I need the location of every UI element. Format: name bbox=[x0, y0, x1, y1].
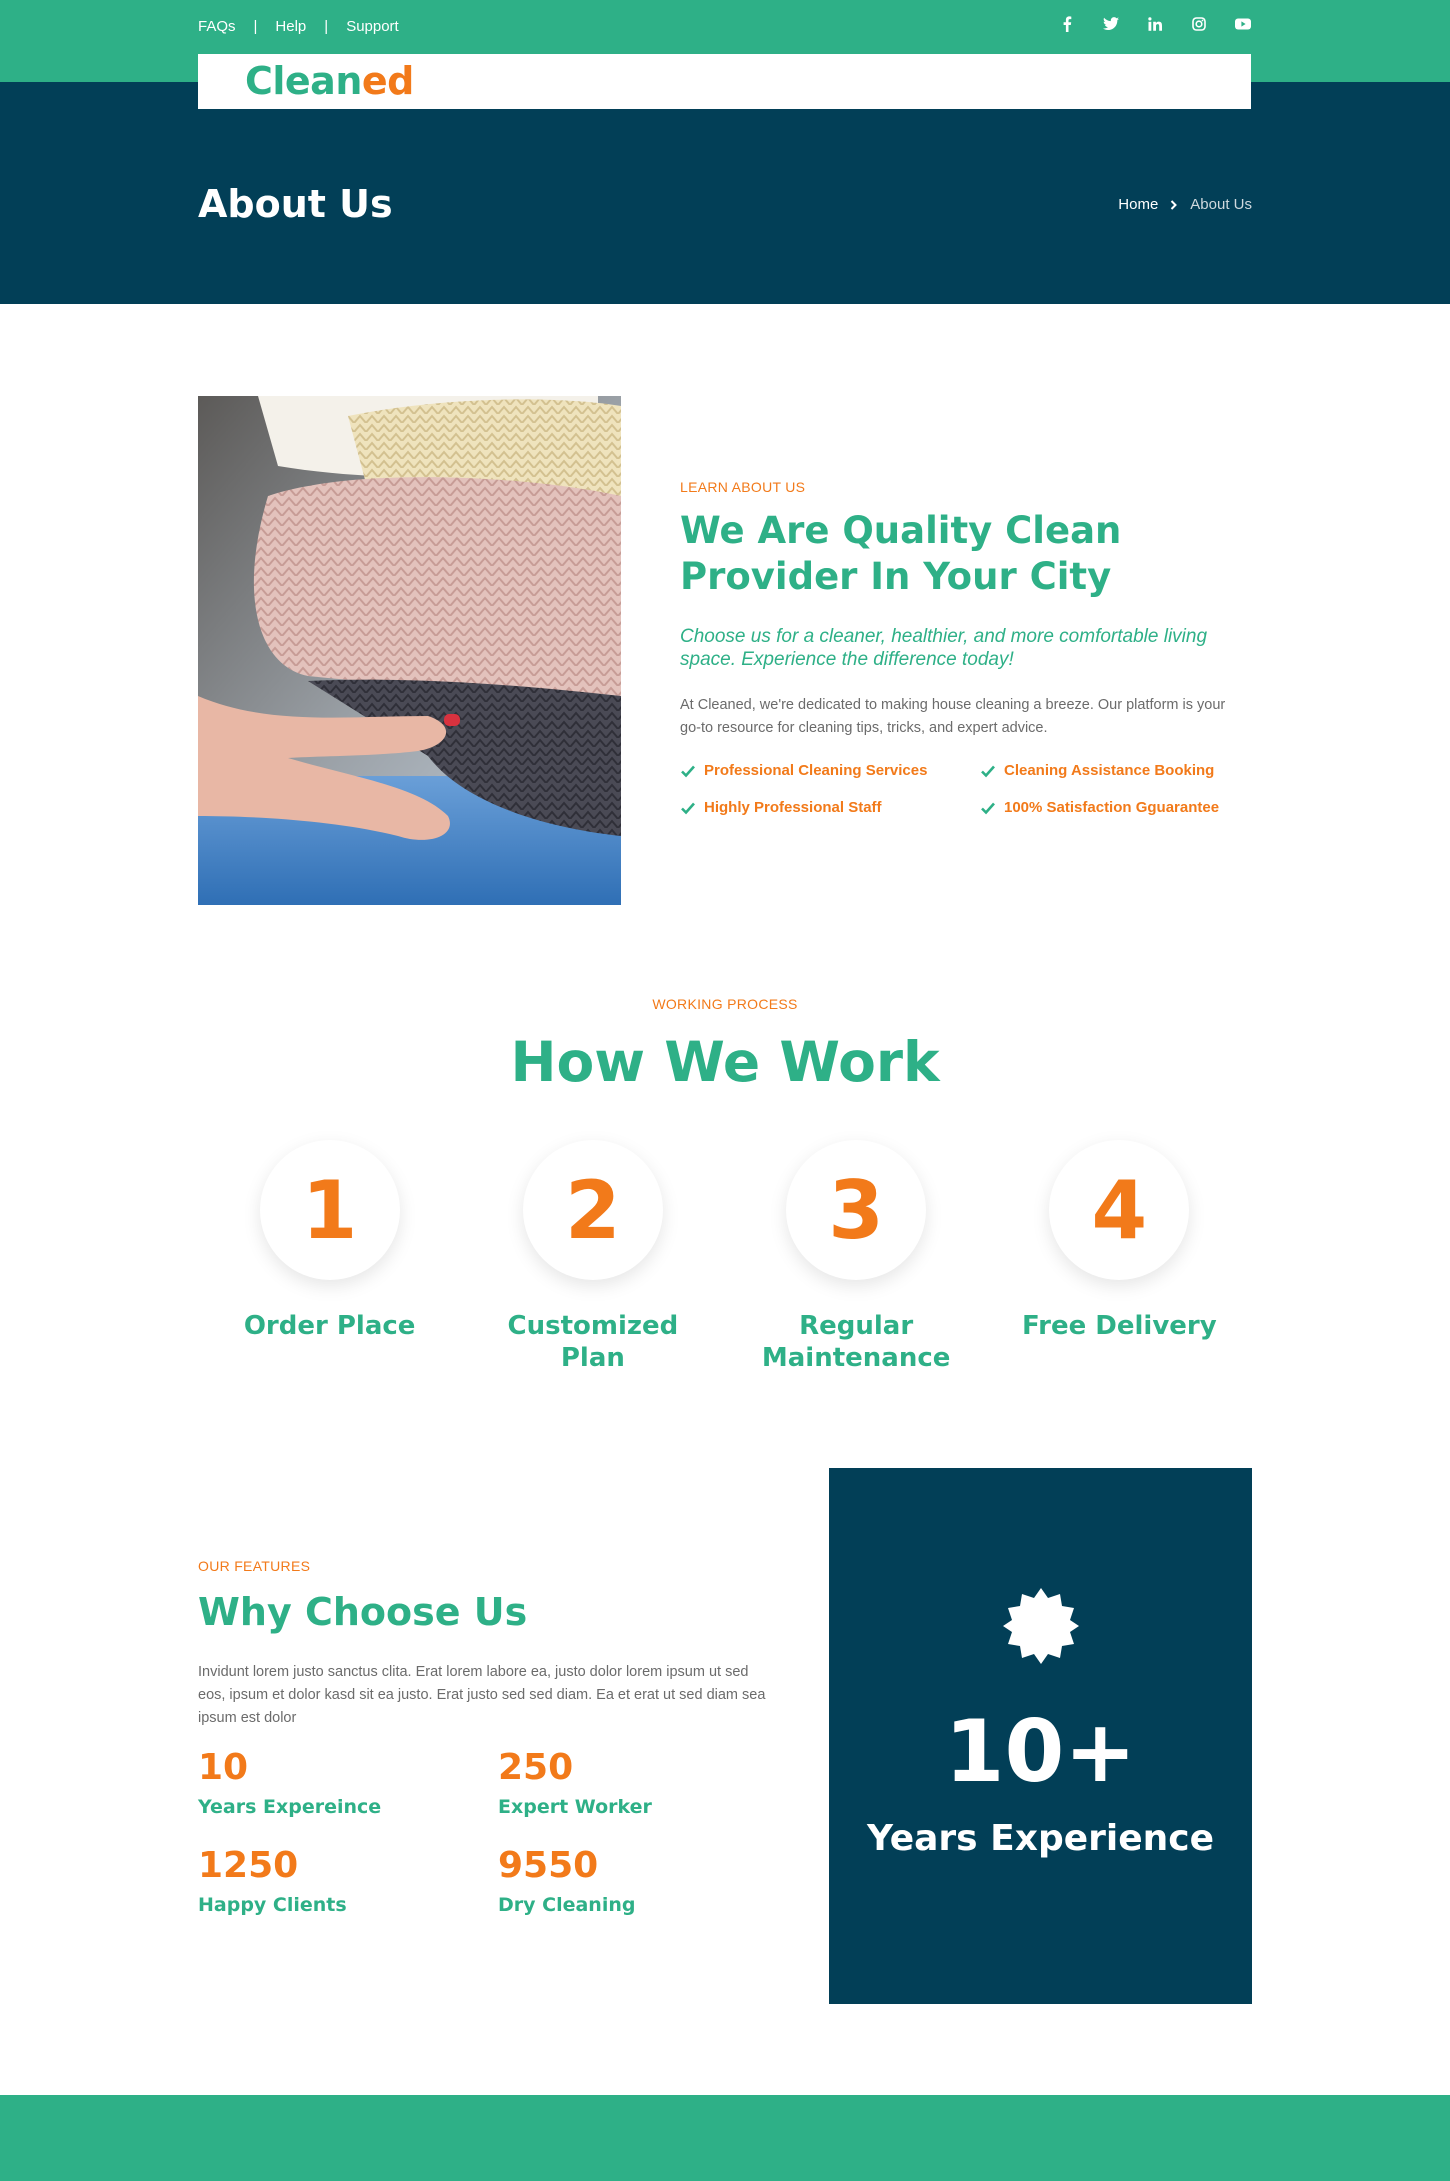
stat-item: 9550 Dry Cleaning bbox=[498, 1844, 798, 1916]
stat-label: Dry Cleaning bbox=[498, 1894, 636, 1916]
step-number: 1 bbox=[259, 1140, 400, 1280]
chevron-right-icon bbox=[1170, 197, 1178, 213]
step-label: Free Delivery bbox=[1022, 1311, 1217, 1341]
check-item: Professional Cleaning Services bbox=[680, 762, 980, 779]
step-label: Order Place bbox=[243, 1311, 416, 1341]
stat-number: 10 bbox=[198, 1747, 249, 1788]
experience-number: 10+ bbox=[944, 1702, 1137, 1802]
check-label: Highly Professional Staff bbox=[704, 799, 882, 816]
brand-part-1: Clean bbox=[245, 59, 362, 103]
stat-label: Expert Worker bbox=[498, 1796, 652, 1818]
experience-label: Years Experience bbox=[866, 1818, 1215, 1859]
check-icon bbox=[981, 802, 995, 814]
stat-item: 10 Years Expereince bbox=[198, 1746, 498, 1818]
separator: | bbox=[324, 18, 329, 35]
help-link[interactable]: Help bbox=[275, 18, 306, 35]
step-number: 2 bbox=[522, 1140, 663, 1280]
check-label: 100% Satisfaction Gguarantee bbox=[1004, 799, 1220, 816]
feature-checklist: Professional Cleaning Services Cleaning … bbox=[680, 762, 1260, 816]
stat-number: 1250 bbox=[198, 1845, 299, 1886]
brand-part-2: ed bbox=[361, 59, 414, 103]
navbar: Cleaned bbox=[198, 54, 1251, 109]
instagram-icon[interactable] bbox=[1190, 15, 1208, 33]
badge-icon bbox=[1002, 1588, 1079, 1664]
breadcrumb-current: About Us bbox=[1190, 196, 1252, 213]
about-eyebrow: LEARN ABOUT US bbox=[680, 479, 806, 495]
features-eyebrow: OUR FEATURES bbox=[198, 1558, 311, 1574]
about-title: We Are Quality Clean Provider In Your Ci… bbox=[680, 509, 1122, 598]
support-link[interactable]: Support bbox=[346, 18, 399, 35]
stat-item: 250 Expert Worker bbox=[498, 1746, 798, 1818]
check-icon bbox=[681, 765, 695, 777]
check-icon bbox=[681, 802, 695, 814]
footer-bar bbox=[0, 2095, 1450, 2181]
check-icon bbox=[981, 765, 995, 777]
check-label: Cleaning Assistance Booking bbox=[1004, 762, 1215, 779]
stat-number: 250 bbox=[498, 1747, 574, 1788]
work-step: 3 Regular Maintenance bbox=[725, 1140, 988, 1374]
step-number: 3 bbox=[786, 1140, 927, 1280]
about-image bbox=[198, 396, 621, 905]
work-step: 2 Customized Plan bbox=[461, 1140, 724, 1374]
step-label: Customized Plan bbox=[507, 1311, 679, 1373]
work-eyebrow: WORKING PROCESS bbox=[652, 996, 798, 1012]
check-item: Cleaning Assistance Booking bbox=[980, 762, 1260, 779]
twitter-icon[interactable] bbox=[1102, 15, 1120, 33]
work-steps: 1 Order Place 2 Customized Plan 3 Regula… bbox=[198, 1140, 1251, 1374]
brand-logo[interactable]: Cleaned bbox=[245, 59, 414, 103]
step-label: Regular Maintenance bbox=[761, 1311, 951, 1373]
facebook-icon[interactable] bbox=[1058, 15, 1076, 33]
check-item: Highly Professional Staff bbox=[680, 799, 980, 816]
stat-label: Years Expereince bbox=[198, 1796, 382, 1818]
work-step: 4 Free Delivery bbox=[988, 1140, 1251, 1374]
features-body: Invidunt lorem justo sanctus clita. Erat… bbox=[198, 1664, 766, 1726]
social-links bbox=[1058, 15, 1252, 33]
separator: | bbox=[253, 18, 258, 35]
breadcrumb-home[interactable]: Home bbox=[1118, 196, 1158, 213]
linkedin-icon[interactable] bbox=[1146, 15, 1164, 33]
page-title: About Us bbox=[198, 182, 393, 226]
top-links: FAQs | Help | Support bbox=[198, 18, 399, 35]
step-number: 4 bbox=[1049, 1140, 1190, 1280]
features-title: Why Choose Us bbox=[198, 1590, 528, 1634]
work-step: 1 Order Place bbox=[198, 1140, 461, 1374]
stat-number: 9550 bbox=[498, 1845, 599, 1886]
stat-label: Happy Clients bbox=[198, 1894, 347, 1916]
stats-grid: 10 Years Expereince 250 Expert Worker 12… bbox=[198, 1746, 798, 1916]
breadcrumb: Home About Us bbox=[1118, 196, 1252, 213]
stat-item: 1250 Happy Clients bbox=[198, 1844, 498, 1916]
work-title: How We Work bbox=[510, 1030, 940, 1094]
check-label: Professional Cleaning Services bbox=[704, 762, 928, 779]
youtube-icon[interactable] bbox=[1234, 15, 1252, 33]
about-body: At Cleaned, we're dedicated to making ho… bbox=[680, 697, 1226, 736]
page-header: About Us Home About Us bbox=[0, 82, 1450, 304]
experience-card: 10+ Years Experience bbox=[829, 1468, 1252, 2004]
about-lead: Choose us for a cleaner, healthier, and … bbox=[680, 626, 1208, 670]
check-item: 100% Satisfaction Gguarantee bbox=[980, 799, 1260, 816]
faqs-link[interactable]: FAQs bbox=[198, 18, 236, 35]
